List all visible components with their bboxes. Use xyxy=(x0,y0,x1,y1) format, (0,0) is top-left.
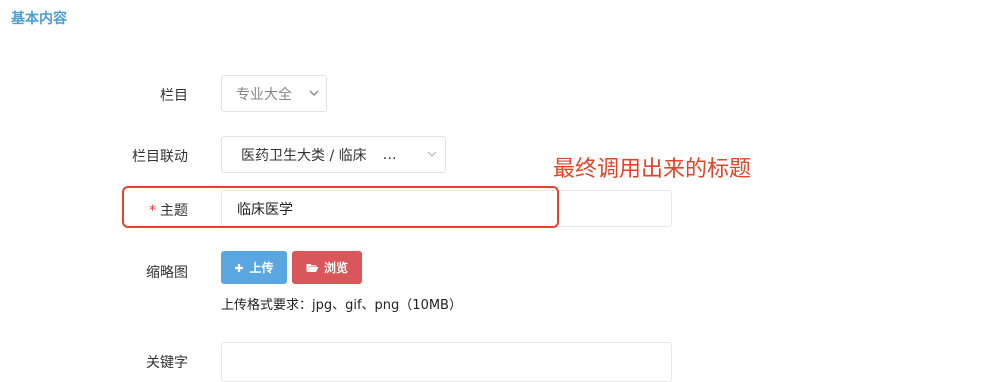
upload-format-hint: 上传格式要求：jpg、gif、png（10MB） xyxy=(221,298,462,313)
chevron-down-icon xyxy=(427,151,437,157)
linkage-value: 医药卫生大类 / 临床 xyxy=(241,147,367,164)
linkage-ellipsis: … xyxy=(382,146,397,163)
plus-icon xyxy=(235,263,244,272)
upload-button[interactable]: 上传 xyxy=(221,251,287,284)
annotation-text: 最终调用出来的标题 xyxy=(553,157,752,182)
linkage-label: 栏目联动 xyxy=(132,149,188,165)
linkage-cascader[interactable]: 医药卫生大类 / 临床 … xyxy=(221,136,446,173)
keywords-input[interactable] xyxy=(221,342,672,382)
column-select-value: 专业大全 xyxy=(236,86,292,103)
keywords-label: 关键字 xyxy=(146,355,188,371)
browse-button-label: 浏览 xyxy=(323,261,348,275)
section-title: 基本内容 xyxy=(11,11,67,27)
chevron-down-icon xyxy=(309,90,319,96)
annotation-highlight-box xyxy=(122,186,559,228)
column-label: 栏目 xyxy=(160,88,188,104)
column-select[interactable]: 专业大全 xyxy=(221,75,327,112)
browse-button[interactable]: 浏览 xyxy=(292,251,362,284)
thumbnail-label: 缩略图 xyxy=(146,265,188,281)
folder-open-icon xyxy=(306,263,319,272)
upload-button-label: 上传 xyxy=(249,261,274,275)
